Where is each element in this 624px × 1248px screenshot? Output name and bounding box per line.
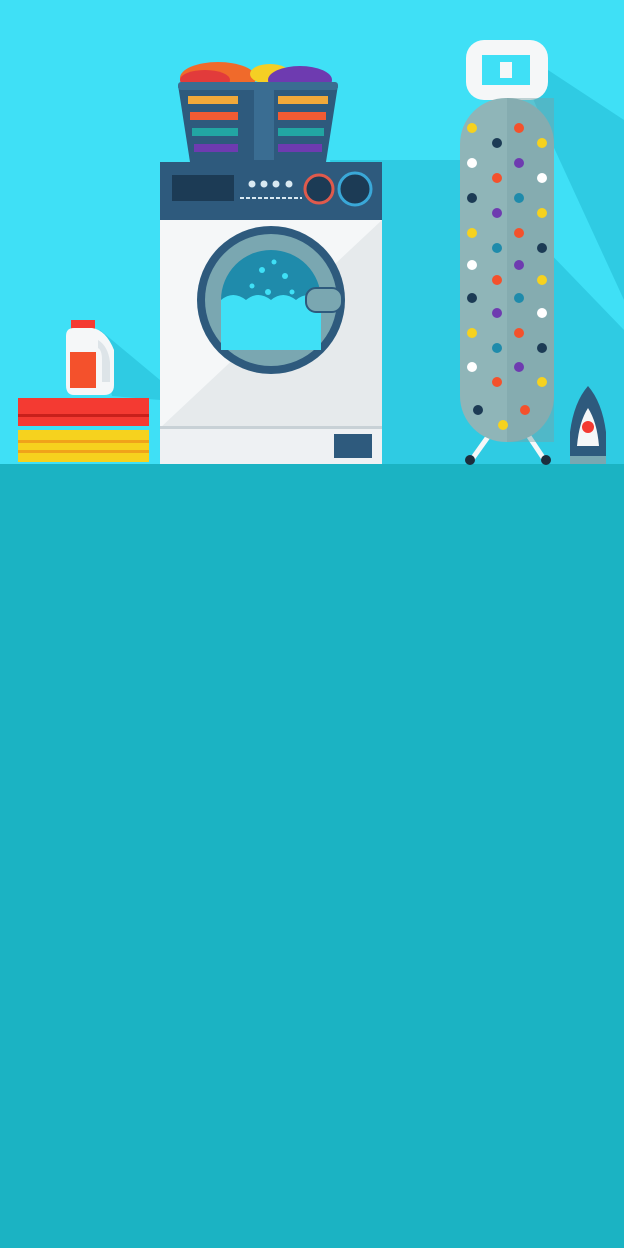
laundry-scene-svg: [0, 0, 624, 1248]
folded-towels-icon: [18, 398, 149, 462]
laundry-room-illustration: [0, 0, 624, 1248]
laundry-basket-icon: [178, 62, 338, 162]
washing-machine-icon: [160, 162, 382, 464]
floor: [0, 464, 624, 1248]
